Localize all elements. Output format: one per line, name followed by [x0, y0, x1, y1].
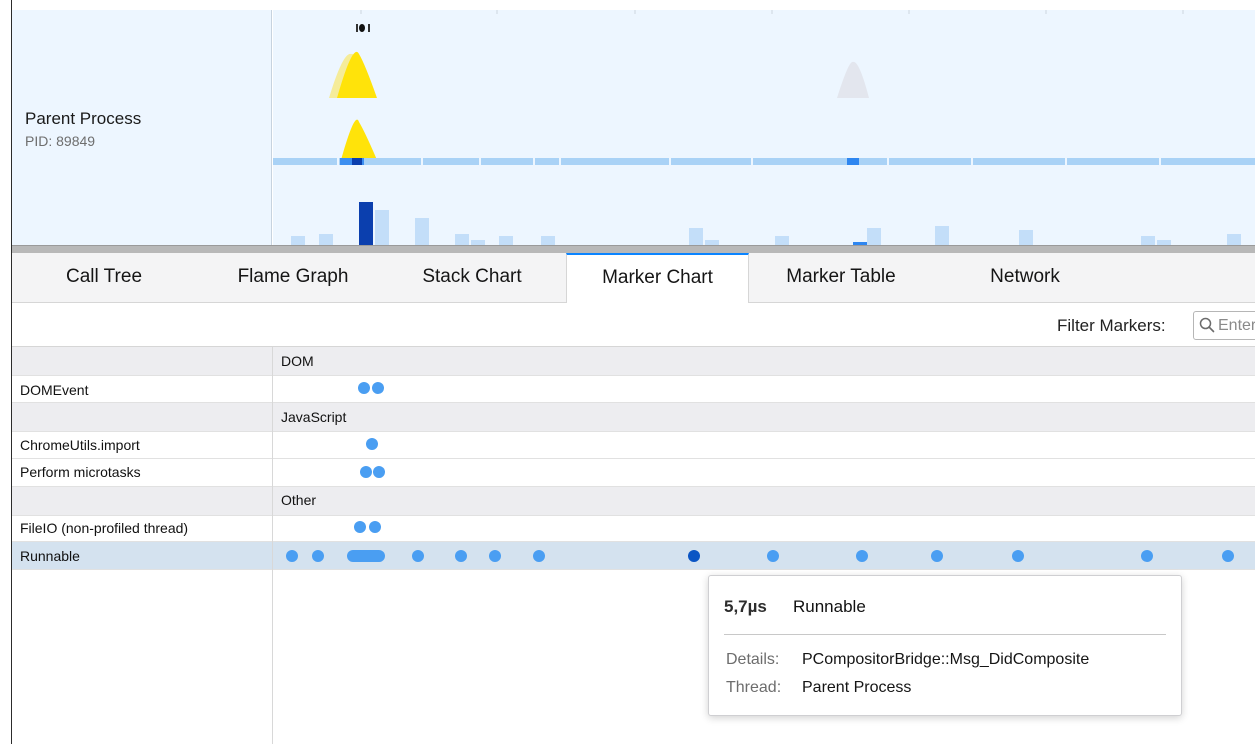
track-pid: PID: 89849: [25, 133, 96, 149]
track-activity-graph[interactable]: [273, 10, 1255, 246]
marker-row-domevent[interactable]: DOMEvent: [12, 376, 1255, 403]
track-marker-glyph: [356, 24, 370, 32]
tooltip-marker-name: Runnable: [793, 597, 866, 616]
tooltip-details-value: PCompositorBridge::Msg_DidComposite: [802, 651, 1090, 668]
samples-band: [273, 158, 1255, 165]
filter-markers-label: Filter Markers:: [1057, 316, 1166, 335]
cpu-peak-idle: [837, 61, 869, 98]
tooltip-thread-key: Thread:: [726, 679, 782, 696]
category-row-dom: DOM: [12, 347, 1255, 376]
filter-search-box[interactable]: [1193, 311, 1255, 340]
panel-splitter[interactable]: [12, 245, 1255, 253]
label-column-divider: [272, 347, 273, 744]
track-title: Parent Process: [25, 109, 142, 128]
tab-flame-graph[interactable]: Flame Graph: [208, 253, 378, 303]
category-label: Other: [281, 492, 317, 508]
marker-row-label: FileIO (non-profiled thread): [20, 520, 189, 536]
window-edge: [0, 0, 12, 744]
tab-stack-chart[interactable]: Stack Chart: [390, 253, 554, 303]
marker-row-fileio[interactable]: FileIO (non-profiled thread): [12, 516, 1255, 542]
category-row-javascript: JavaScript: [12, 403, 1255, 432]
marker-row-label: DOMEvent: [20, 382, 89, 398]
tab-network[interactable]: Network: [960, 253, 1090, 303]
marker-row-runnable[interactable]: Runnable: [12, 542, 1255, 570]
marker-row-label: Perform microtasks: [20, 464, 141, 480]
tab-marker-table[interactable]: Marker Table: [760, 253, 922, 303]
category-label: JavaScript: [281, 409, 347, 425]
tab-marker-chart[interactable]: Marker Chart: [566, 253, 749, 303]
marker-row-label: ChromeUtils.import: [20, 437, 140, 453]
tooltip-duration: 5,7µs: [724, 597, 767, 616]
marker-row-label: Runnable: [20, 548, 80, 564]
category-label: DOM: [281, 353, 314, 369]
cpu-peak-secondary: [341, 119, 377, 160]
activity-graph-svg: [273, 10, 1255, 246]
filter-markers-input[interactable]: [1194, 312, 1255, 339]
marker-row-chromeutils-import[interactable]: ChromeUtils.import: [12, 432, 1255, 459]
tooltip-details-key: Details:: [726, 651, 780, 668]
selected-sample-bar: [359, 202, 373, 246]
category-row-other: Other: [12, 487, 1255, 516]
tooltip-divider: [724, 634, 1166, 635]
tab-call-tree[interactable]: Call Tree: [24, 253, 184, 303]
tab-bar: Call Tree Flame Graph Stack Chart Marker…: [12, 253, 1255, 303]
tooltip-thread-value: Parent Process: [802, 679, 912, 696]
marker-row-perform-microtasks[interactable]: Perform microtasks: [12, 459, 1255, 487]
